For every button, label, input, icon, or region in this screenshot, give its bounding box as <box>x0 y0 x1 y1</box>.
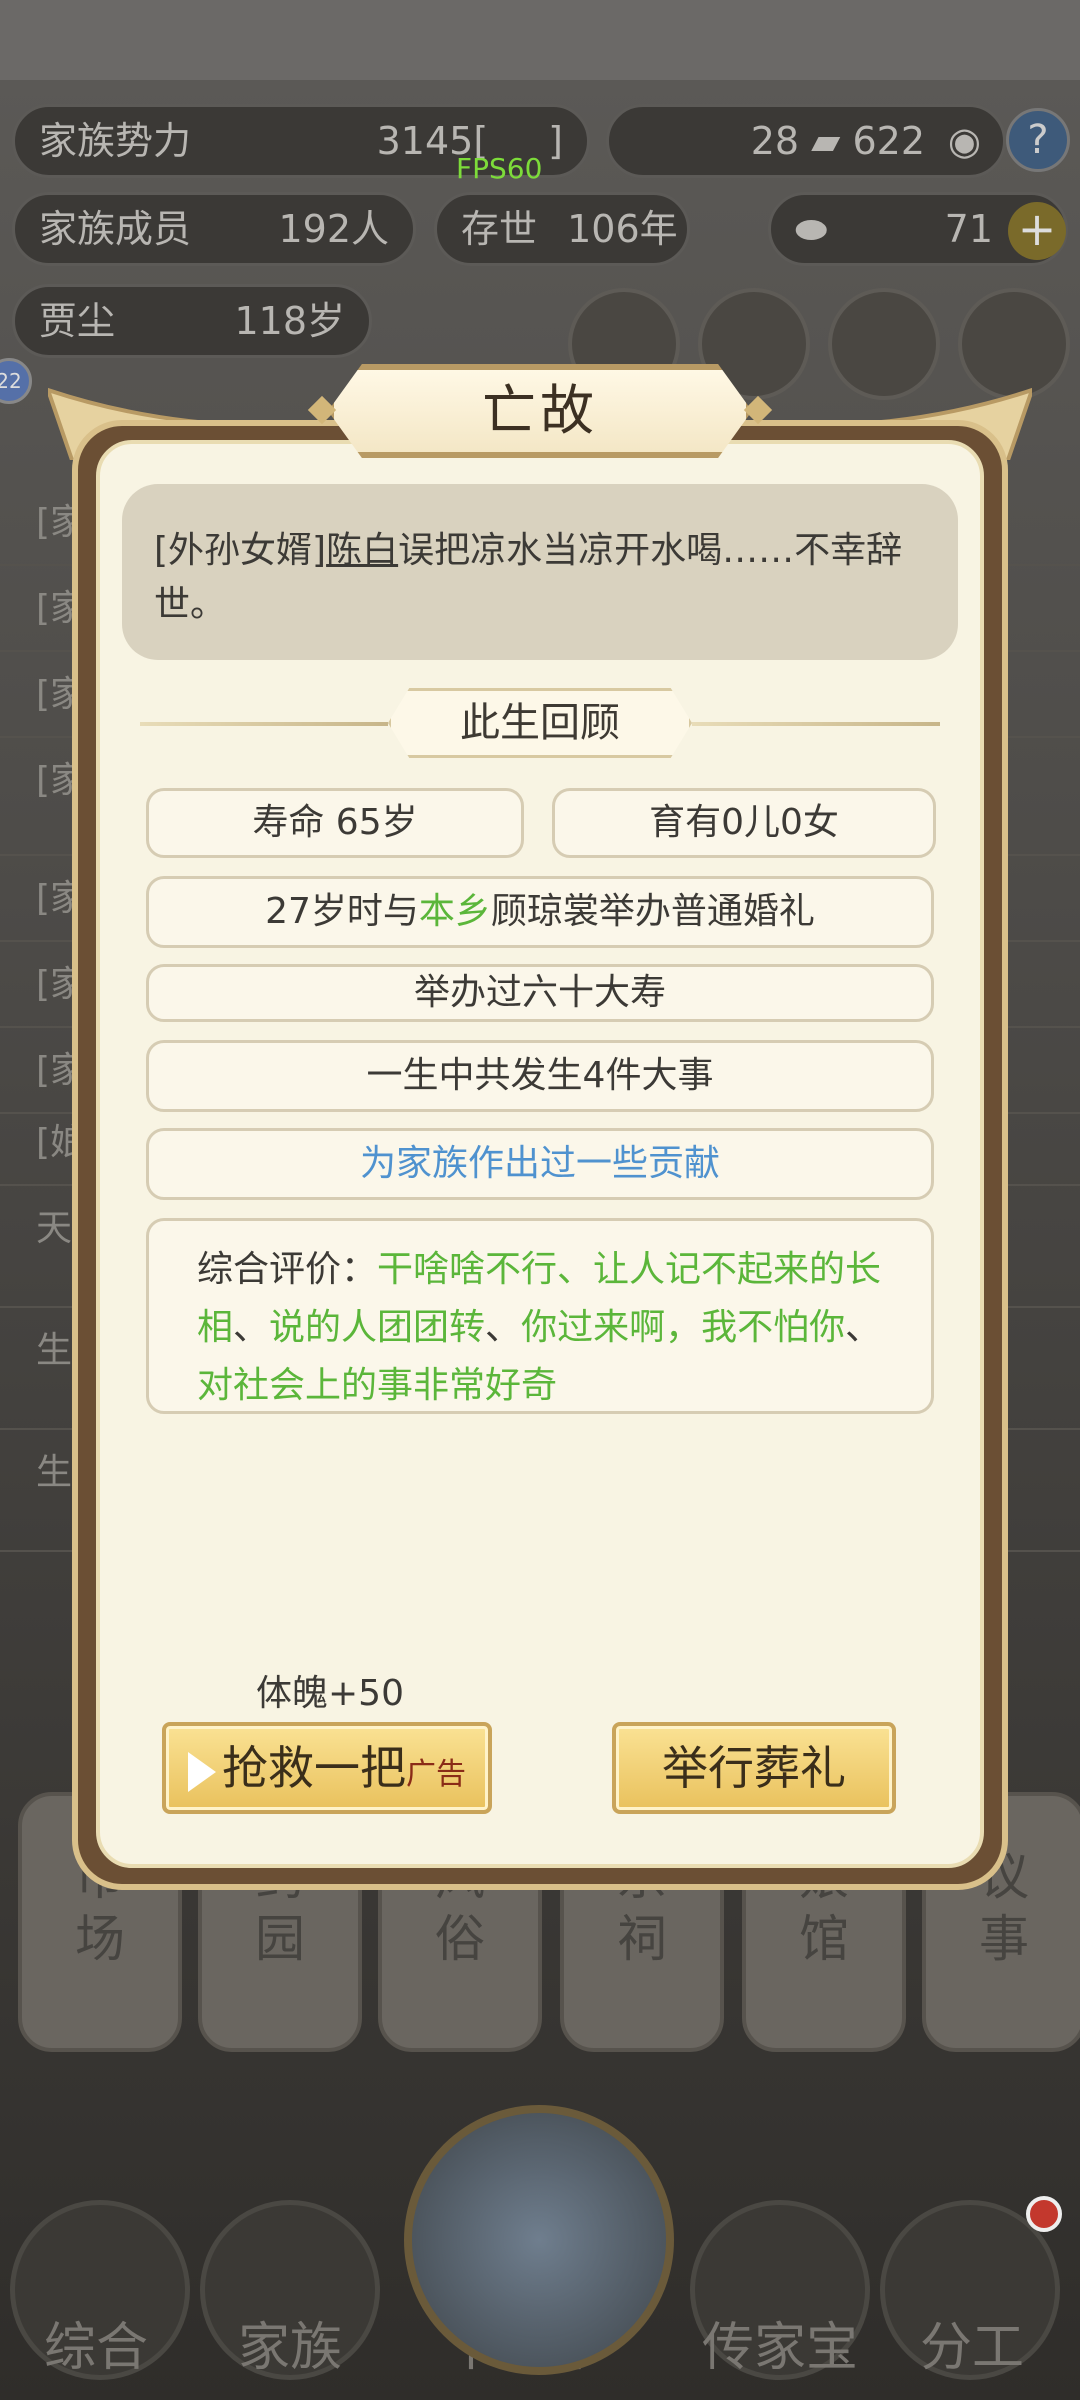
play-icon <box>188 1751 216 1792</box>
ad-label: 广告 <box>406 1757 466 1792</box>
currency-stat[interactable]: 28 ▰ 622 ◉ <box>606 104 1006 178</box>
contribution-cell: 为家族作出过一些贡献 <box>146 1128 934 1200</box>
nav-overview[interactable]: 综合 <box>44 2305 148 2380</box>
rescue-reward: 体魄+50 <box>256 1673 404 1714</box>
members-stat[interactable]: 家族成员 192人 <box>12 192 416 266</box>
clan-power-label: 家族势力 <box>39 119 192 163</box>
notification-dot <box>1026 2196 1062 2232</box>
fps-counter: FPS60 <box>456 152 543 185</box>
lifespan-cell: 寿命 65岁 <box>146 788 524 858</box>
add-gold-icon[interactable]: + <box>1008 202 1066 260</box>
coin-icon: ◉ <box>947 119 981 163</box>
copper-value: 622 <box>852 119 925 163</box>
funeral-button[interactable]: 举行葬礼 <box>612 1722 896 1814</box>
eval-trait: 说的人团团转 <box>269 1307 486 1348</box>
gold-value: 71 <box>944 207 993 251</box>
children-cell: 育有0儿0女 <box>552 788 936 858</box>
divider <box>140 722 388 726</box>
nav-heirloom[interactable]: 传家宝 <box>702 2305 858 2380</box>
eval-trait: 你过来啊，我不怕你 <box>521 1307 846 1348</box>
marriage-cell: 27岁时与本乡顾琼裳举办普通婚礼 <box>146 876 934 948</box>
eval-trait: 对社会上的事非常好奇 <box>197 1365 558 1406</box>
members-value: 192人 <box>278 207 389 251</box>
years-stat[interactable]: 存世 106年 <box>434 192 690 266</box>
death-message: [外孙女婿]陈白误把凉水当凉开水喝……不幸辞世。 <box>122 484 958 660</box>
members-label: 家族成员 <box>39 207 192 251</box>
elder-stat[interactable]: 贾尘 118岁 <box>12 284 372 358</box>
help-icon[interactable]: ? <box>1006 108 1070 172</box>
marriage-place: 本乡 <box>418 891 491 932</box>
life-review-heading: 此生回顾 <box>388 688 692 758</box>
divider <box>692 722 940 726</box>
nav-division[interactable]: 分工 <box>920 2305 1024 2380</box>
status-bar <box>0 0 1080 80</box>
mountain-icon[interactable] <box>404 2105 674 2375</box>
years-value: 106年 <box>567 207 678 251</box>
years-label: 存世 <box>461 207 538 251</box>
birthday-cell: 举办过六十大寿 <box>146 964 934 1022</box>
gold-ingot-icon: ⬬ <box>795 207 828 251</box>
dialog-title: 亡故 <box>482 379 598 442</box>
silver-value: 28 <box>750 119 800 163</box>
rescue-ad-button[interactable]: 抢救一把广告 <box>162 1722 492 1814</box>
nav-family[interactable]: 家族 <box>238 2305 342 2380</box>
elder-name: 贾尘 <box>39 299 116 343</box>
events-cell: 一生中共发生4件大事 <box>146 1040 934 1112</box>
overall-evaluation: 综合评价：干啥啥不行、让人记不起来的长相、说的人团团转、你过来啊，我不怕你、对社… <box>146 1218 934 1414</box>
elder-age: 118岁 <box>234 299 345 343</box>
deceased-name[interactable]: 陈白 <box>326 530 398 571</box>
eval-label: 综合评价： <box>197 1249 378 1290</box>
silver-icon: ▰ <box>811 119 841 163</box>
